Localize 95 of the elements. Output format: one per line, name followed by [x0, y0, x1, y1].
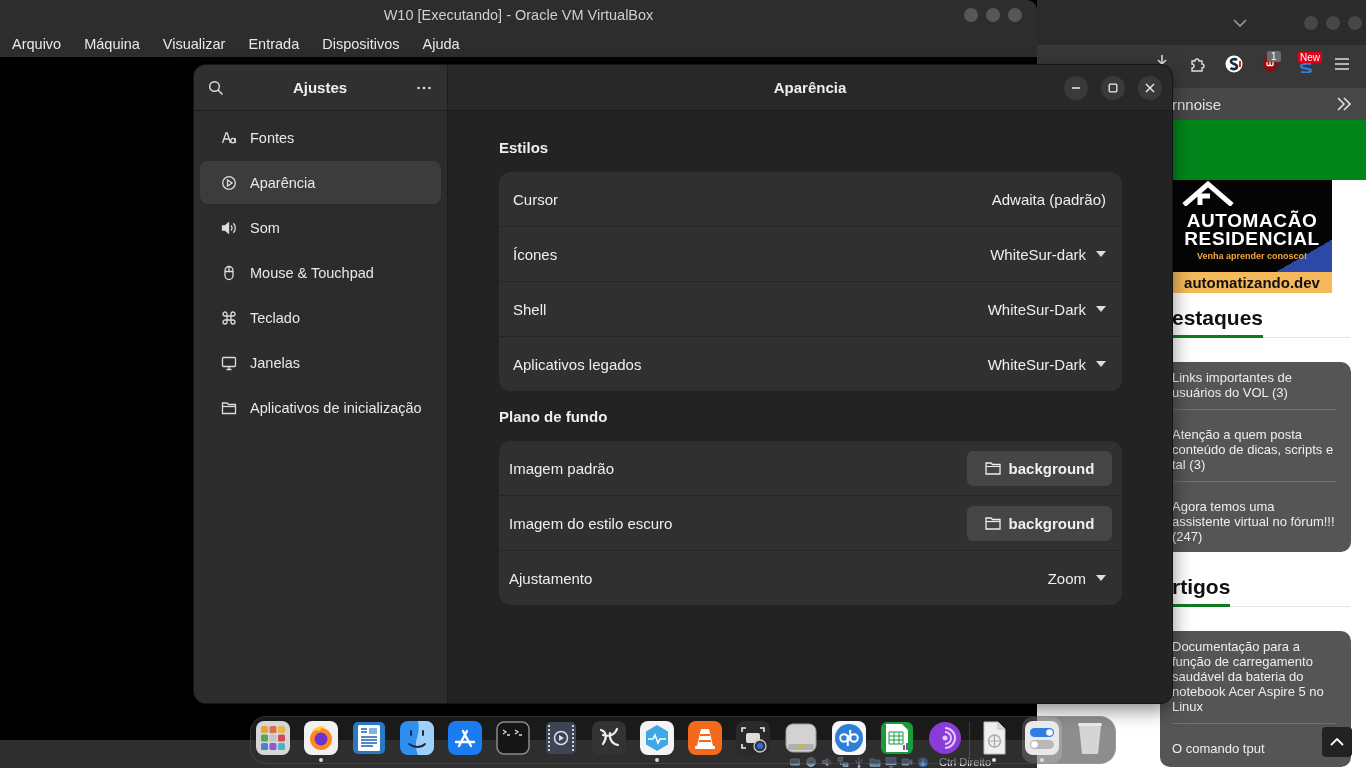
article-link[interactable]: Atenção a quem posta conteúdo de dicas, scripts e tal (3): [1172, 427, 1336, 472]
web-browser-icon[interactable]: [303, 720, 339, 756]
optical-disc-icon[interactable]: [805, 756, 818, 768]
row-label: Aplicativos legados: [513, 355, 642, 373]
scroll-to-top-button[interactable]: [1322, 727, 1352, 757]
video-player-icon[interactable]: [543, 720, 579, 756]
traffic-cone-icon[interactable]: [687, 720, 723, 756]
sidebar-item[interactable]: Aparência: [200, 161, 441, 204]
network-icon[interactable]: [837, 756, 850, 768]
close-button[interactable]: [1138, 75, 1162, 100]
sidebar-item[interactable]: Fontes: [200, 116, 441, 159]
ripple-circle-icon[interactable]: [927, 720, 963, 756]
sidebar-item[interactable]: Aplicativos de inicialização: [200, 386, 441, 429]
sidebar-item[interactable]: Mouse & Touchpad: [200, 251, 441, 294]
banner-tagline: Venha aprender conosco!: [1197, 251, 1307, 262]
smiley-face-icon[interactable]: [399, 720, 435, 756]
toggle-switches-icon[interactable]: [1024, 720, 1060, 756]
menu-item[interactable]: Dispositivos: [322, 35, 400, 52]
caret-icon: [1096, 575, 1106, 581]
minimize-button[interactable]: [1064, 75, 1088, 100]
circle-play-icon: [221, 174, 237, 191]
disk-drive-icon[interactable]: [783, 720, 819, 756]
maximize-button[interactable]: [1101, 75, 1125, 100]
sidebar-item[interactable]: Teclado: [200, 296, 441, 339]
puzzle-piece-icon[interactable]: [1189, 55, 1207, 73]
close-icon: [1145, 82, 1155, 93]
audio-icon[interactable]: [821, 756, 834, 768]
dropdown-button[interactable]: WhiteSur-Dark: [987, 355, 1106, 373]
article-link[interactable]: O comando tput: [1172, 741, 1265, 756]
banner-url: automatizando.dev: [1172, 272, 1332, 293]
menu-item[interactable]: Ajuda: [422, 35, 460, 52]
sidebar-item[interactable]: Janelas: [200, 341, 441, 384]
document-icon[interactable]: [351, 720, 387, 756]
menu-icon[interactable]: [1333, 55, 1351, 73]
spreadsheet-icon[interactable]: [879, 720, 915, 756]
caret-icon: [1096, 251, 1106, 257]
row-value: Adwaita (padrão): [991, 190, 1106, 208]
app-grid-icon[interactable]: [255, 720, 291, 756]
usb-icon[interactable]: [853, 756, 866, 768]
article-link[interactable]: Documentação para a função de carregamento saudável da bateria do notebook Acer Aspire 5 no Linux: [1172, 639, 1336, 714]
new-badge: New: [1298, 52, 1322, 63]
banner-headline: RESIDENCIAL: [1184, 230, 1320, 248]
speaker-icon: [221, 219, 237, 236]
file-chooser-button[interactable]: background: [967, 450, 1112, 486]
hexagon-pulse-icon[interactable]: [639, 720, 675, 756]
group-heading: Plano de fundo: [499, 408, 609, 426]
command-key-icon: [221, 309, 237, 326]
article-link[interactable]: Links importantes de usuários do VOL (3): [1172, 370, 1336, 400]
search-icon[interactable]: [208, 79, 224, 96]
caret-icon: [1096, 361, 1106, 367]
folder-icon: [984, 461, 1001, 475]
row-label: Imagem do estilo escuro: [509, 514, 673, 532]
video-capture-icon[interactable]: [901, 756, 914, 768]
screenshot-camera-icon[interactable]: [735, 720, 771, 756]
double-chevron-icon[interactable]: [1336, 97, 1352, 111]
menu-item[interactable]: Visualizar: [162, 35, 226, 52]
chevron-down-icon[interactable]: [1233, 18, 1247, 27]
s-curve-logo-icon[interactable]: [1225, 55, 1243, 73]
count-badge: 1: [1267, 51, 1281, 62]
dropdown-button[interactable]: WhiteSur-Dark: [987, 300, 1106, 318]
row-label: Ícones: [513, 245, 558, 263]
window-title: Aparência: [773, 79, 847, 96]
row-label: Cursor: [513, 190, 558, 208]
menu-item[interactable]: Arquivo: [12, 35, 62, 52]
shared-folder-icon[interactable]: [869, 756, 882, 768]
sidebar-title: Ajustes: [292, 79, 348, 96]
file-chooser-button[interactable]: background: [967, 505, 1112, 541]
bookmark-link[interactable]: rnnoise: [1172, 95, 1222, 113]
caret-icon: [1096, 306, 1106, 312]
folder-icon: [221, 399, 237, 416]
row-label: Imagem padrão: [509, 459, 615, 477]
app-store-icon[interactable]: [447, 720, 483, 756]
group-heading: Estilos: [499, 139, 550, 157]
sidebar-item[interactable]: Som: [200, 206, 441, 249]
folder-icon: [984, 516, 1001, 530]
dock-app-button[interactable]: [1022, 717, 1062, 763]
chevron-up-icon: [1330, 738, 1344, 746]
row-label: Shell: [513, 300, 547, 318]
display-icon[interactable]: [885, 756, 898, 768]
row-label: Ajustamento: [509, 569, 593, 587]
circle-logo-icon[interactable]: [831, 720, 867, 756]
font-icon: [221, 129, 237, 146]
mouse-icon: [221, 264, 237, 281]
banner-headline: AUTOMACÃO: [1186, 212, 1318, 230]
menu-item[interactable]: Máquina: [84, 35, 140, 52]
maximize-icon: [1108, 82, 1118, 93]
menu-item[interactable]: Entrada: [248, 35, 300, 52]
terminal-icon[interactable]: [495, 720, 531, 756]
host-key-label: Ctrl Direito: [939, 756, 991, 768]
dropdown-button[interactable]: WhiteSur-dark: [990, 245, 1106, 263]
window-title: W10 [Executando] - Oracle VM VirtualBox: [383, 7, 654, 23]
monitor-icon: [221, 354, 237, 371]
s-curve-icon[interactable]: [1297, 63, 1315, 73]
dropdown-button[interactable]: Zoom: [1047, 569, 1106, 587]
article-link[interactable]: Agora temos uma assistente virtual no fórum!!! (247): [1172, 499, 1336, 544]
